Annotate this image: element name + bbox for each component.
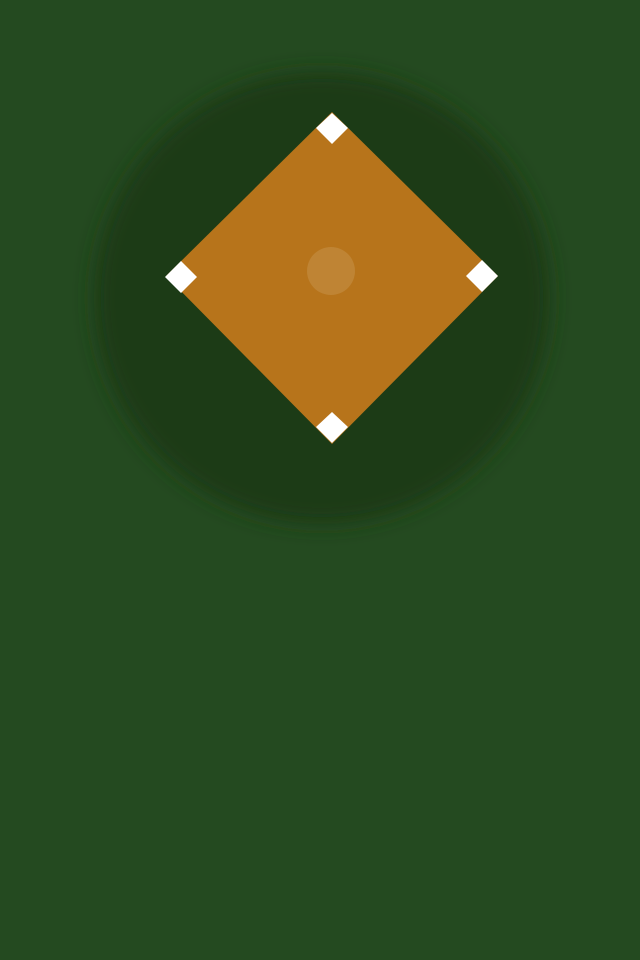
baseball-field — [0, 0, 640, 960]
field-canvas — [0, 0, 640, 960]
pitchers-mound[interactable] — [307, 247, 355, 295]
